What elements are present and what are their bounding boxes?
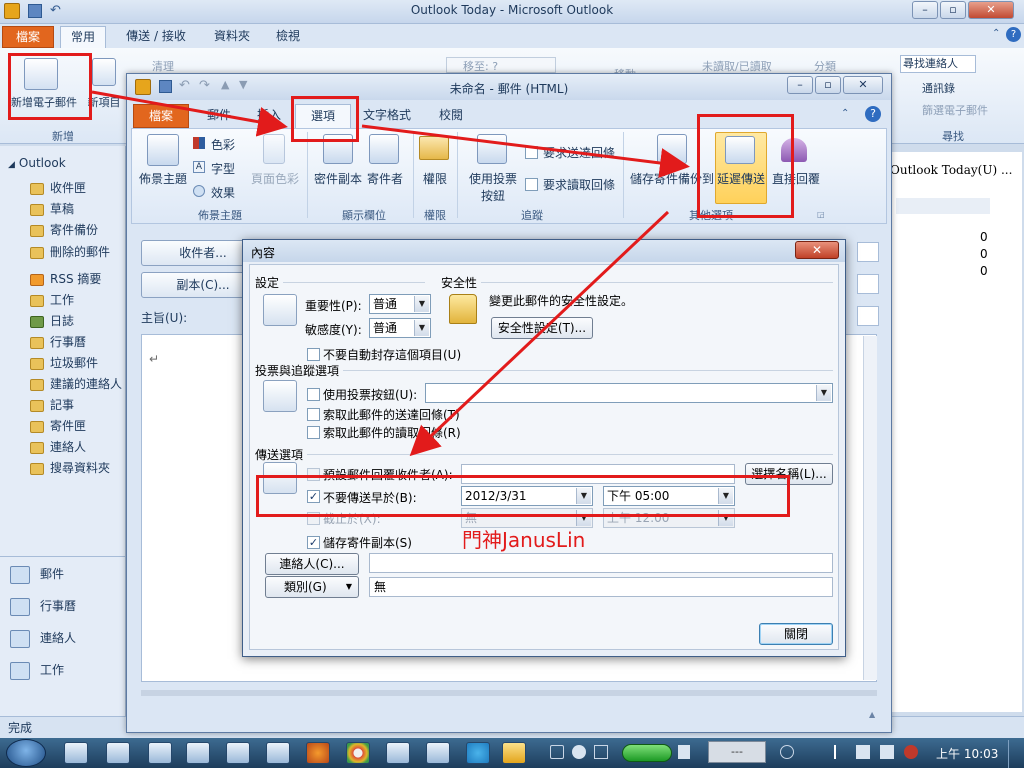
watermark: 門神JanusLin: [462, 528, 586, 552]
arrow-to-dialog: [409, 210, 670, 457]
arrow-to-options: [91, 90, 288, 137]
arrow-to-delay: [361, 124, 690, 178]
annotation-arrows: [91, 90, 690, 457]
